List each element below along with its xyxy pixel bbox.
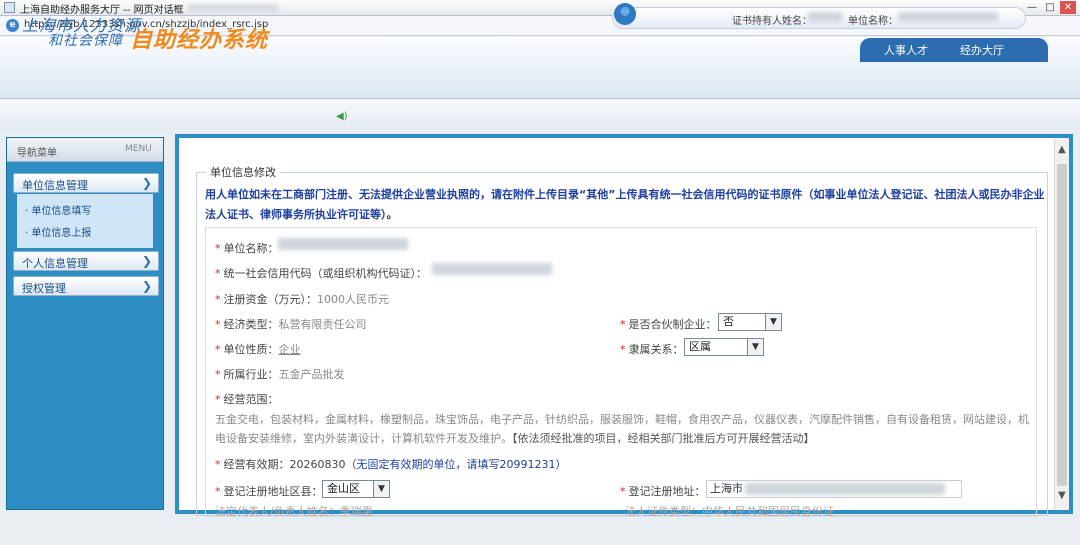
scroll-up-icon[interactable]: ▲ [1058,144,1066,155]
affiliation-row: * 隶属关系： [620,343,684,356]
nav-menu-label: MENU [125,144,152,154]
unit-name-row: * 单位名称： [215,242,279,255]
nature-label: 单位性质： [223,343,279,356]
redacted-unit [898,12,998,22]
browser-icon: e [6,19,19,32]
section-title: 单位信息修改 [206,164,280,180]
affiliation-label: 隶属关系： [628,343,684,356]
toolbar-strip [0,100,1080,130]
econ-type-row: * 经济类型：私营有限责任公司 [215,318,367,331]
user-avatar-icon [614,3,636,25]
scope-label: 经营范围： [223,393,279,406]
industry-row: * 所属行业：五金产品批发 [215,368,345,381]
nav-group-authorization[interactable]: 授权管理 ❯ [13,276,159,296]
address-row: * 登记注册地址： [620,485,706,498]
minimize-button[interactable]: — [1024,1,1040,14]
nav-item-unit-fill[interactable]: · 单位信息填写 [25,202,91,217]
rep-label: 法定代表人/负责人姓名： [215,505,340,518]
holder-label: 证书持有人姓名： [732,16,812,27]
maximize-button[interactable]: □ [1042,1,1058,14]
page-icon [4,2,15,13]
nav-group-label: 授权管理 [22,282,66,295]
capital-label: 注册资金（万元）： [223,293,318,306]
district-selected: 金山区 [327,482,360,495]
econ-type-label: 经济类型： [223,318,279,331]
partnership-select[interactable]: 否 ▼ [718,313,782,331]
chevron-right-icon: ❯ [142,279,153,293]
nav-group-label: 单位信息管理 [22,179,88,192]
district-row: * 登记注册地址区县： [215,485,323,498]
scroll-down-icon[interactable]: ▼ [1058,490,1066,501]
industry-value: 五金产品批发 [278,368,345,381]
nav-group-unit-info[interactable]: 单位信息管理 ❯ [13,173,159,193]
partnership-selected: 否 [723,315,734,328]
redacted-holder [808,12,842,22]
cert-label: 法人证件类型： [625,505,702,518]
redacted-credit-code [432,263,552,275]
vertical-scrollbar[interactable]: ▲ ▼ [1054,138,1069,510]
validity-row: * 经营有效期：20260830（无固定有效期的单位，请填写20991231） [215,458,567,471]
affiliation-selected: 区属 [689,340,711,353]
rep-value: 季瑞惠 [339,505,373,518]
scope-text: 五金交电，包装材料，金属材料，橡塑制品，珠宝饰品，电子产品，针纺织品，服装服饰，… [215,410,1035,448]
validity-label: 经营有效期： [223,458,290,471]
capital-row: * 注册资金（万元）：1000人民币元 [215,293,389,306]
rep-row: 法定代表人/负责人姓名：季瑞惠 [215,503,373,519]
nav-submenu: · 单位信息填写 · 单位信息上报 [17,194,153,248]
econ-type-value: 私营有限责任公司 [278,318,367,331]
credit-code-row: * 统一社会信用代码（或组织机构代码证）： [215,267,428,280]
capital-value: 1000人民币元 [317,293,389,306]
tab-service-hall[interactable]: 经办大厅 [960,42,1004,60]
system-name: 自助经办系统 [130,28,269,53]
industry-label: 所属行业： [223,368,279,381]
chevron-down-icon: ▼ [373,481,389,497]
logo-line2: 和社会保障 [48,33,123,49]
partnership-row: * 是否合伙制企业： [620,318,717,331]
affiliation-select[interactable]: 区属 ▼ [684,338,764,356]
nav-item-unit-report[interactable]: · 单位信息上报 [25,224,91,239]
scope-note: 【依法须经批准的项目，经相关部门批准后方可开展经营活动】 [512,432,815,445]
nav-title: 导航菜单 [17,148,57,159]
chevron-right-icon: ❯ [142,176,153,190]
close-button[interactable]: ✕ [1060,1,1076,14]
unit-label: 单位名称： [848,16,898,27]
nav-panel: 导航菜单 MENU 单位信息管理 ❯ · 单位信息填写 · 单位信息上报 个人信… [6,137,164,510]
unit-name-label: 单位名称： [223,242,279,255]
scope-row: * 经营范围： [215,393,279,406]
nav-group-personal-info[interactable]: 个人信息管理 ❯ [13,251,159,271]
address-value: 上海市 [710,482,743,495]
district-label: 登记注册地址区县： [223,485,323,498]
validity-hint: （无固定有效期的单位，请填写20991231） [345,458,567,471]
nature-row: * 单位性质：企业 [215,343,301,356]
chevron-down-icon: ▼ [765,314,781,330]
scroll-thumb[interactable] [1057,164,1067,486]
district-select[interactable]: 金山区 ▼ [322,480,390,498]
tab-hr-talent[interactable]: 人事人才 [884,42,928,60]
cert-value: 中华人民共和国居民身份证 [702,505,834,518]
nature-value: 企业 [278,343,301,356]
notice-text: 用人单位如未在工商部门注册、无法提供企业营业执照的，请在附件上传目录“其他”上传… [205,188,1045,221]
credit-code-label: 统一社会信用代码（或组织机构代码证）： [223,267,428,280]
nav-header: 导航菜单 MENU [7,138,163,162]
redacted-address [745,483,945,495]
speaker-icon[interactable]: ◀) [336,111,348,122]
redacted-unit-name [278,238,408,250]
chevron-down-icon: ▼ [747,339,763,355]
validity-value: 20260830 [289,458,346,471]
redacted-title [188,4,278,12]
nav-group-label: 个人信息管理 [22,257,88,270]
cert-row: 法人证件类型：中华人民共和国居民身份证 [625,503,834,519]
partnership-label: 是否合伙制企业： [628,318,717,331]
address-label: 登记注册地址： [628,485,706,498]
chevron-right-icon: ❯ [142,254,153,268]
